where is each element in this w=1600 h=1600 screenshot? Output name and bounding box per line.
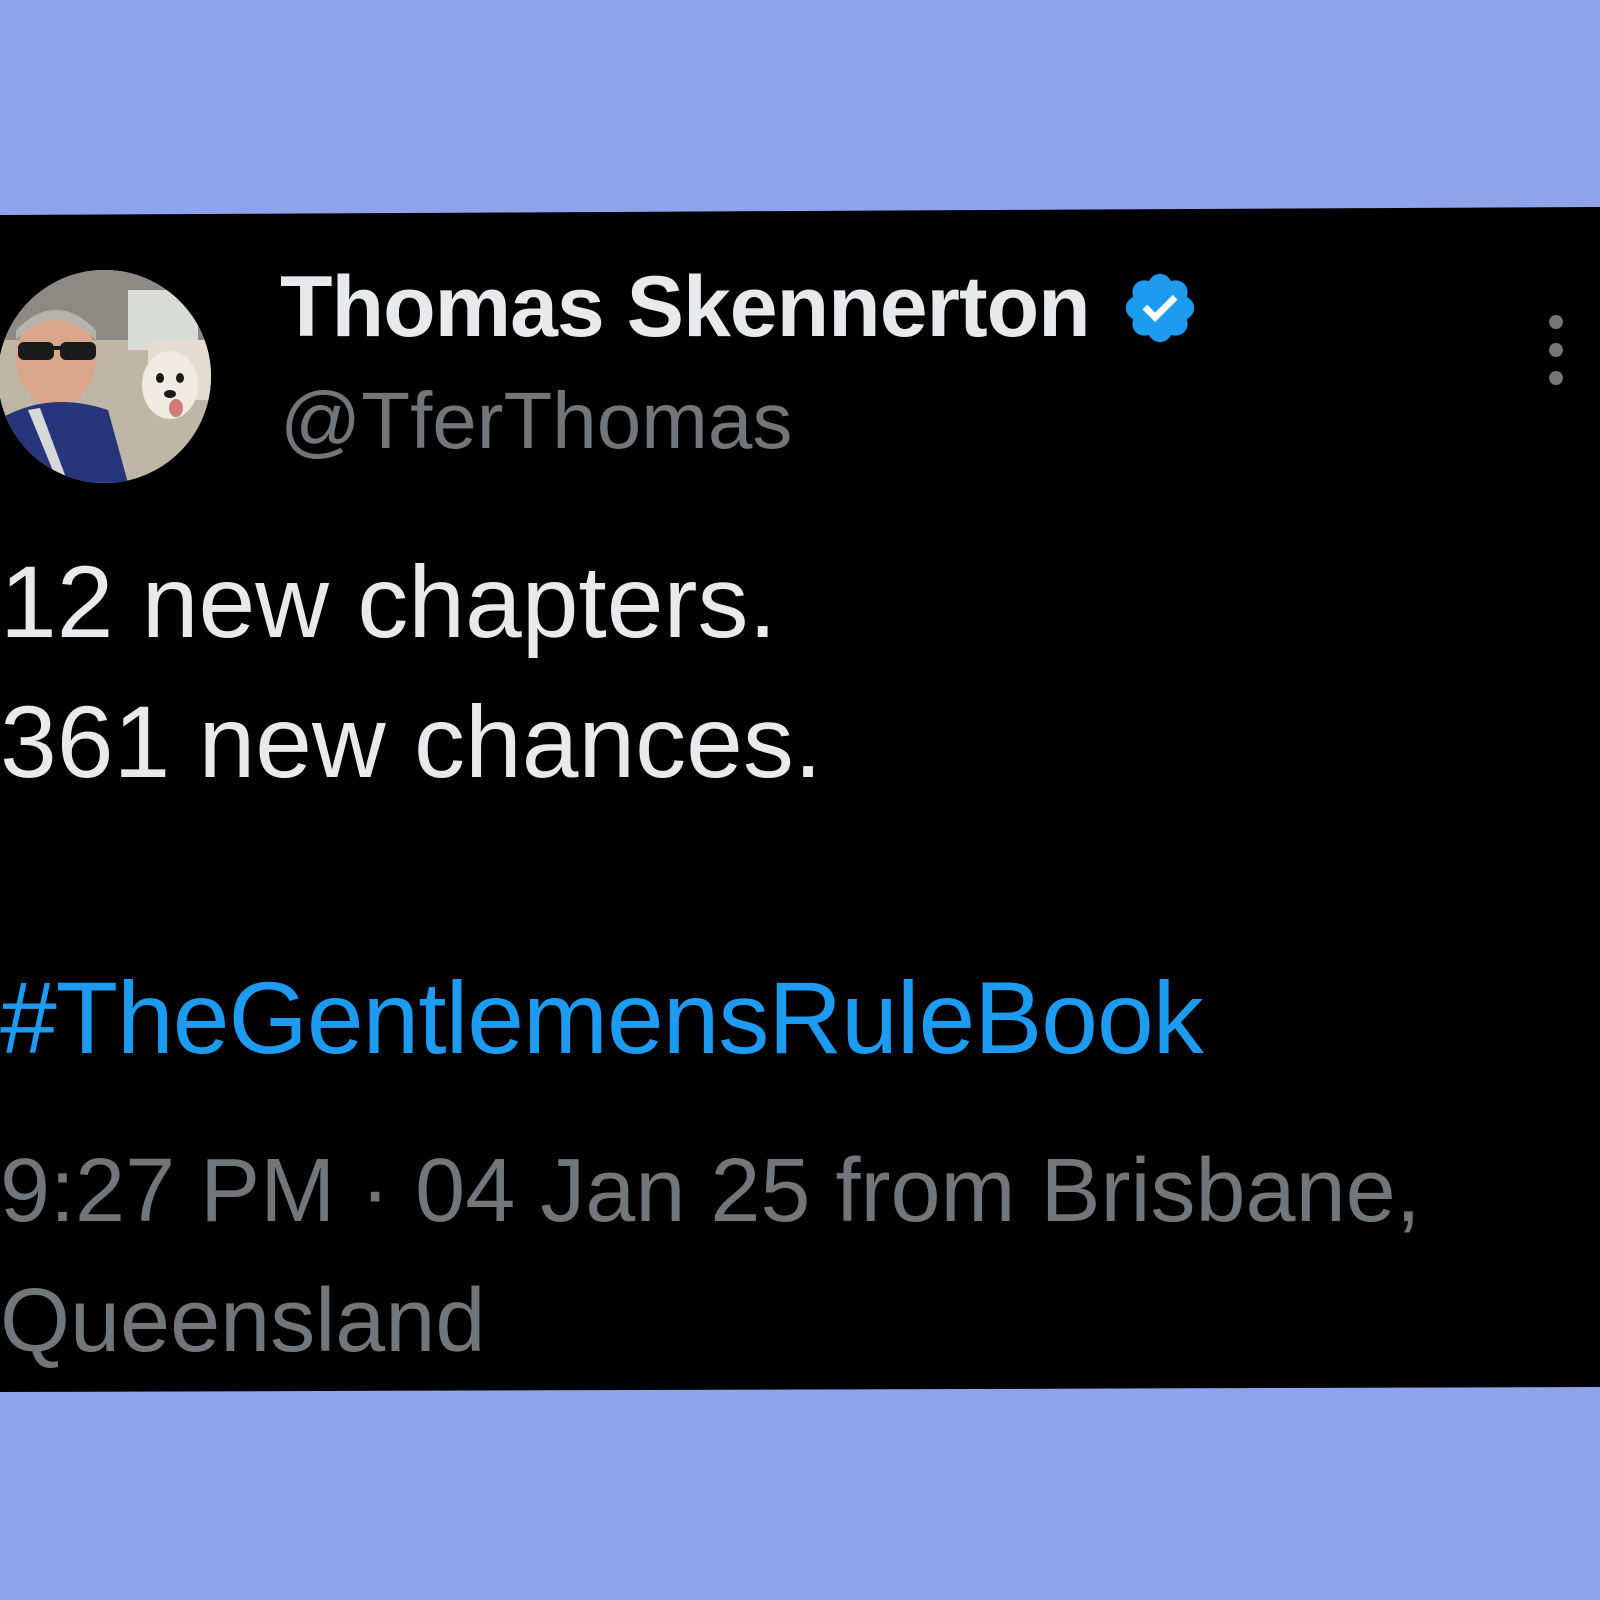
tweet-text-line: 361 new chances. [0, 685, 823, 799]
display-name[interactable]: Thomas Skennerton [280, 258, 1091, 357]
avatar-photo [0, 270, 211, 483]
avatar[interactable] [0, 270, 211, 483]
tweet-card[interactable]: Thomas Skennerton @TferThomas 12 new cha… [0, 207, 1600, 1392]
more-vertical-icon[interactable] [1538, 312, 1574, 388]
tweet-text-line: 12 new chapters. [0, 545, 777, 659]
author-handle[interactable]: @TferThomas [280, 375, 792, 467]
verified-badge-icon [1125, 273, 1194, 342]
author-name-row[interactable]: Thomas Skennerton [280, 258, 1200, 357]
timestamp-location[interactable]: 9:27 PM · 04 Jan 25 from Brisbane, [0, 1140, 1421, 1243]
hashtag-link[interactable]: #TheGentlemensRuleBook [0, 960, 1204, 1077]
location-continued: Queensland [0, 1271, 486, 1371]
